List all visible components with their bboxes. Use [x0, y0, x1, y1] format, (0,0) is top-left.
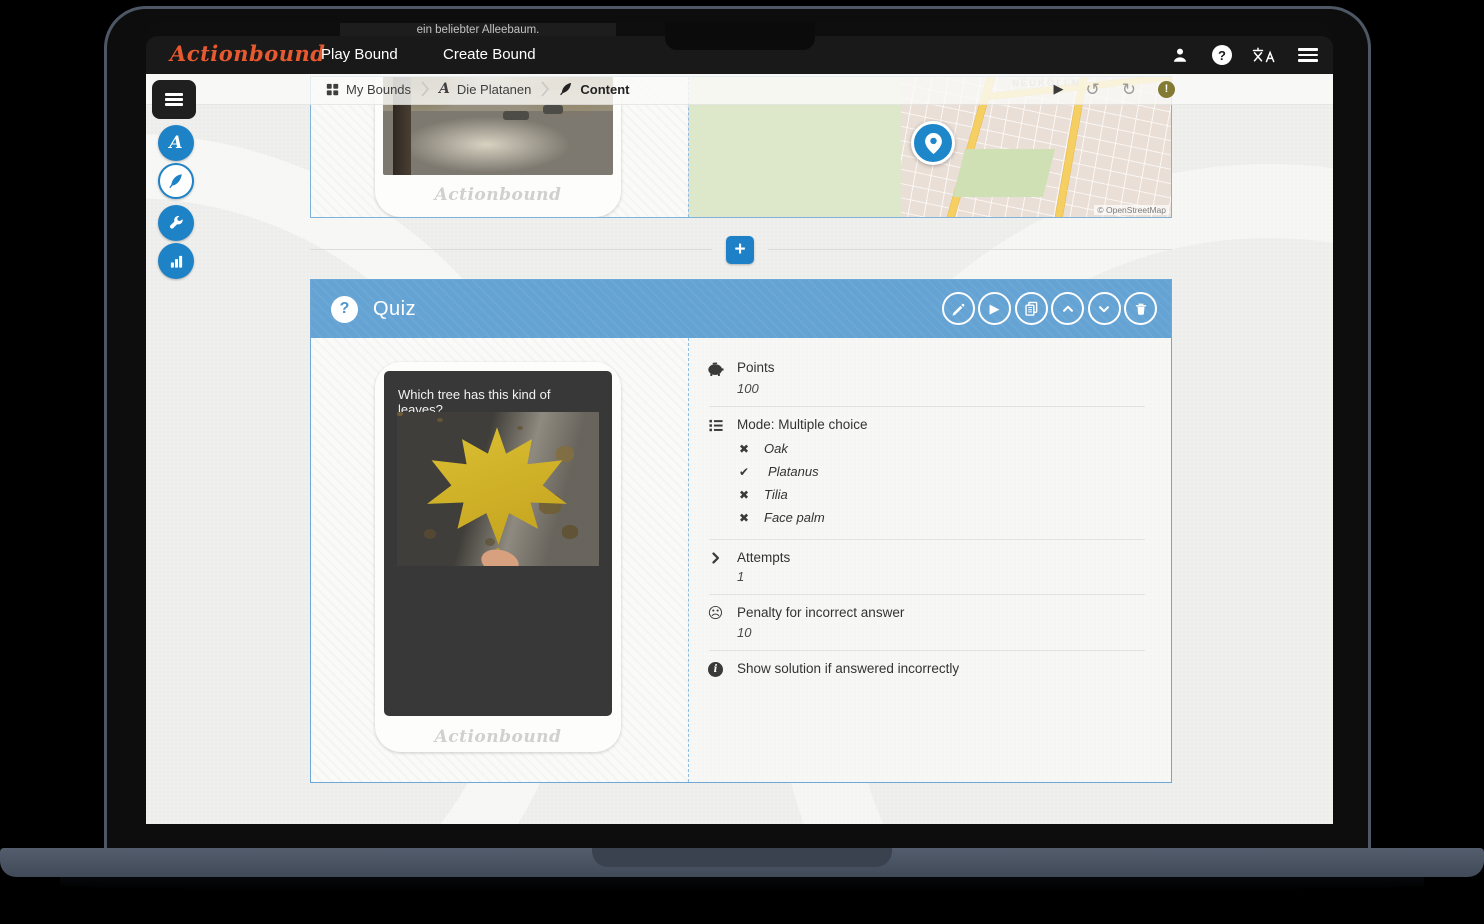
help-icon[interactable]: ?	[1207, 36, 1237, 74]
duplicate-button[interactable]	[1015, 292, 1048, 325]
nav-play-bound[interactable]: Play Bound	[321, 36, 398, 74]
show-solution-row: i Show solution if answered incorrectly	[707, 661, 1155, 677]
warning-icon[interactable]: !	[1158, 81, 1175, 98]
sidebar-item-results[interactable]	[158, 243, 194, 279]
quill-icon	[559, 82, 573, 96]
delete-button[interactable]	[1124, 292, 1157, 325]
map-location-pin-icon	[911, 121, 955, 165]
quiz-card-actions: ▶	[942, 292, 1158, 325]
info-icon: i	[707, 662, 724, 677]
insert-divider	[310, 249, 712, 250]
quill-icon	[168, 173, 184, 189]
answer-option: ✖ Face palm	[737, 510, 1155, 525]
sad-face-icon: ☹	[707, 606, 724, 621]
phone-watermark: Actionbound	[383, 185, 613, 205]
answer-option: ✔ Platanus	[737, 464, 1155, 479]
leaf-photo	[397, 412, 599, 566]
chevron-right-icon	[707, 551, 724, 565]
quiz-card-body: Which tree has this kind of leaves? Acti…	[311, 338, 1171, 782]
wrong-mark-icon: ✖	[737, 442, 751, 456]
play-icon: ▶	[990, 302, 1000, 315]
grid-icon	[326, 83, 339, 96]
breadcrumb-content[interactable]: Content	[559, 82, 629, 97]
sidebar-menu-button[interactable]	[152, 80, 196, 119]
add-element-button[interactable]: +	[726, 236, 754, 264]
translate-icon[interactable]	[1249, 36, 1279, 74]
wrong-mark-icon: ✖	[737, 488, 751, 502]
editor-page: Actionbound NEUKÖLLN © OpenStreetMap	[146, 74, 1333, 824]
mode-row: Mode: Multiple choice	[707, 417, 1155, 433]
piggy-bank-icon	[707, 361, 724, 377]
breadcrumb-chevron-icon	[541, 81, 549, 97]
quiz-settings-pane: Points 100 Mode: Multiple choice ✖ Oak	[689, 338, 1171, 782]
breadcrumb-chevron-icon	[421, 81, 429, 97]
answer-option: ✖ Oak	[737, 441, 1155, 456]
sidebar-item-settings[interactable]	[158, 205, 194, 241]
screen-viewport: ein beliebter Alleebaum. Actionbound Pla…	[146, 22, 1333, 824]
list-icon	[707, 418, 724, 433]
test-play-icon[interactable]: ▶	[1054, 81, 1064, 97]
breadcrumb-my-bounds[interactable]: My Bounds	[326, 82, 411, 97]
chevron-up-icon	[1061, 302, 1075, 316]
quiz-card-header: ? Quiz ▶	[311, 280, 1171, 338]
points-value: 100	[737, 381, 1155, 396]
sidebar-item-content[interactable]	[158, 163, 194, 199]
wrench-icon	[168, 215, 184, 231]
user-icon[interactable]	[1165, 36, 1195, 74]
correct-mark-icon: ✔	[737, 465, 751, 479]
quiz-element-card: ? Quiz ▶	[310, 279, 1172, 783]
quiz-question-text: Which tree has this kind of leaves?	[384, 371, 612, 417]
map-park	[953, 149, 1055, 197]
undo-icon[interactable]: ↺	[1086, 81, 1100, 98]
laptop-shadow	[60, 877, 1424, 891]
answer-option: ✖ Tilia	[737, 487, 1155, 502]
penalty-row: ☹ Penalty for incorrect answer	[707, 605, 1155, 621]
bound-icon: A	[169, 133, 182, 153]
quiz-preview-pane: Which tree has this kind of leaves? Acti…	[311, 338, 689, 782]
navbar-menu-icon[interactable]	[1293, 36, 1323, 74]
move-down-button[interactable]	[1088, 292, 1121, 325]
camera-notch	[665, 22, 815, 50]
sidebar-item-bound[interactable]: A	[158, 125, 194, 161]
nav-create-bound[interactable]: Create Bound	[443, 36, 536, 74]
quiz-phone-mockup: Which tree has this kind of leaves? Acti…	[375, 362, 621, 752]
redo-icon[interactable]: ↻	[1122, 81, 1136, 98]
bound-actions: ▶ ↺ ↻ !	[1054, 74, 1176, 104]
map-attribution: © OpenStreetMap	[1094, 205, 1169, 215]
insert-divider	[768, 249, 1172, 250]
quiz-card-title: Quiz	[373, 298, 416, 321]
attempts-value: 1	[737, 569, 1155, 584]
edit-button[interactable]	[942, 292, 975, 325]
menu-icon	[165, 93, 183, 106]
penalty-value: 10	[737, 625, 1155, 640]
preview-button[interactable]: ▶	[978, 292, 1011, 325]
quiz-phone-screen: Which tree has this kind of leaves?	[384, 371, 612, 716]
phone-watermark: Actionbound	[384, 727, 612, 747]
copy-icon	[1024, 301, 1039, 316]
bound-icon: A	[439, 81, 450, 97]
scrolled-content-peek: ein beliebter Alleebaum.	[340, 23, 616, 36]
breadcrumb-bound[interactable]: A Die Platanen	[439, 81, 531, 97]
trash-icon	[1134, 302, 1148, 316]
pencil-icon	[951, 302, 965, 316]
laptop-thumb-groove	[592, 848, 892, 867]
chevron-down-icon	[1097, 302, 1111, 316]
points-row: Points	[707, 360, 1155, 377]
actionbound-logo[interactable]: Actionbound	[170, 41, 325, 66]
quiz-type-icon: ?	[331, 296, 358, 323]
attempts-row: Attempts	[707, 550, 1155, 565]
wrong-mark-icon: ✖	[737, 511, 751, 525]
bar-chart-icon	[169, 254, 184, 269]
move-up-button[interactable]	[1051, 292, 1084, 325]
